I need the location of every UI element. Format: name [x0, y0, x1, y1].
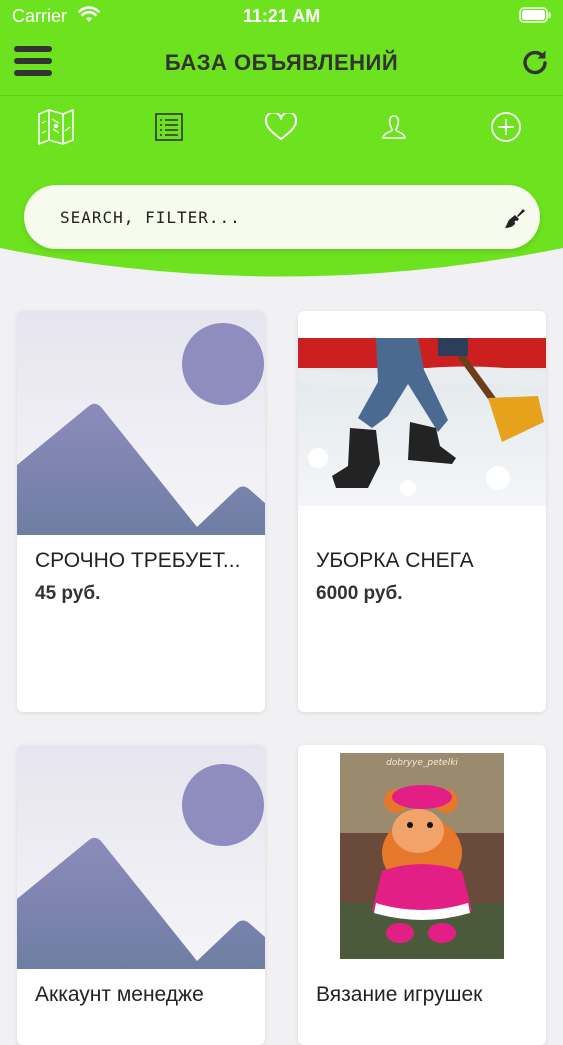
- clear-filter-brush-icon[interactable]: [504, 207, 526, 229]
- placeholder-image-icon: [17, 745, 265, 969]
- battery-icon: [519, 7, 551, 23]
- tab-bar: [0, 104, 563, 154]
- knitted-toy-photo: dobryye_petelki: [340, 753, 504, 959]
- listing-price: 45 руб.: [35, 583, 101, 604]
- tab-list[interactable]: [144, 104, 194, 150]
- snow-shoveling-photo: [298, 338, 546, 506]
- tab-map[interactable]: [31, 104, 81, 150]
- placeholder-image-icon: [17, 311, 265, 535]
- listing-card[interactable]: Аккаунт менедже: [17, 745, 265, 1045]
- listing-title: Аккаунт менедже: [35, 983, 204, 1006]
- page-title: БАЗА ОБЪЯВЛЕНИЙ: [164, 50, 399, 75]
- listing-title: Вязание игрушек: [316, 983, 483, 1006]
- map-icon: [38, 109, 74, 145]
- listing-card[interactable]: dobryye_petelki Вязание игрушек: [298, 745, 546, 1045]
- toolbar: БАЗА ОБЪЯВЛЕНИЙ: [0, 34, 563, 94]
- listing-title: СРОЧНО ТРЕБУЕТ...: [35, 549, 241, 572]
- listing-card[interactable]: УБОРКА СНЕГА 6000 руб.: [298, 311, 546, 712]
- listing-card[interactable]: СРОЧНО ТРЕБУЕТ... 45 руб.: [17, 311, 265, 712]
- listing-title: УБОРКА СНЕГА: [316, 549, 474, 572]
- listing-price: 6000 руб.: [316, 583, 403, 604]
- user-icon: [382, 115, 406, 139]
- image-caption: dobryye_petelki: [386, 758, 458, 768]
- tab-favorites[interactable]: [256, 104, 306, 150]
- refresh-icon[interactable]: [521, 48, 549, 76]
- search-input[interactable]: [60, 206, 460, 228]
- toolbar-divider: [0, 95, 563, 96]
- status-time: 11:21 AM: [242, 6, 321, 26]
- plus-circle-icon: [491, 112, 521, 142]
- tab-add[interactable]: [481, 104, 531, 150]
- status-bar: Carrier 11:21 AM: [0, 0, 563, 34]
- header: Carrier 11:21 AM БАЗА ОБЪЯВЛЕНИЙ: [0, 0, 563, 280]
- heart-icon: [264, 113, 298, 140]
- list-icon: [155, 113, 183, 141]
- tab-profile[interactable]: [369, 104, 419, 150]
- search-bar: [24, 185, 540, 249]
